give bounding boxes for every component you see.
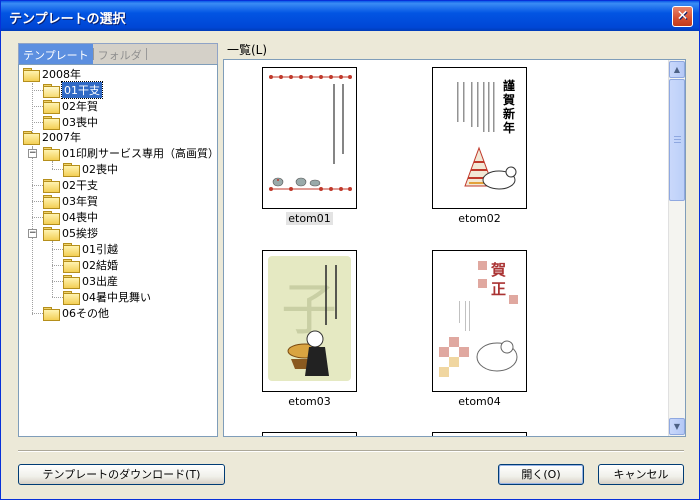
tab-folder[interactable]: フォルダ (94, 44, 146, 64)
tree-item-04shochu[interactable]: 04暑中見舞い (63, 289, 151, 305)
tree-item-label: 01印刷サービス専用（高画質） (62, 147, 219, 160)
template-thumbnail-partial[interactable] (262, 432, 357, 436)
tree-item-label: 04喪中 (62, 211, 98, 224)
tree-item-label: 01引越 (82, 243, 118, 256)
folder-icon (63, 291, 80, 305)
tree-item-label: 2007年 (42, 131, 81, 144)
tab-template[interactable]: テンプレート (19, 44, 93, 64)
tree-item-label: 05挨拶 (62, 227, 98, 240)
download-template-button[interactable]: テンプレートのダウンロード(T) (18, 464, 225, 485)
caption-text: etom02 (458, 212, 501, 225)
grip-line (674, 142, 681, 143)
tree-item-label: 04暑中見舞い (82, 291, 151, 304)
tab-divider (145, 48, 147, 60)
collapse-icon[interactable]: − (28, 229, 37, 238)
list-heading: 一覧(L) (227, 43, 268, 57)
folder-icon (23, 68, 40, 82)
cancel-button[interactable]: キャンセル (598, 464, 684, 485)
template-thumbnail-etom01[interactable] (262, 67, 357, 209)
svg-text:新: 新 (503, 106, 515, 121)
tree-item-05aisatsu[interactable]: 05挨拶 (43, 225, 98, 241)
tree-item-03mochu[interactable]: 03喪中 (43, 114, 98, 130)
template-thumbnail-etom03[interactable]: 子 (262, 250, 357, 392)
folder-icon (43, 147, 60, 161)
tab-strip: テンプレート フォルダ (18, 43, 218, 64)
folder-icon (43, 227, 60, 241)
folder-tree[interactable]: − − 2008年 01干支 02年賀 03喪中 2007年 01印刷サービス専… (18, 64, 219, 437)
tree-item-label: 02喪中 (82, 163, 118, 176)
tree-item-03shussan[interactable]: 03出産 (63, 273, 118, 289)
folder-icon (63, 275, 80, 289)
tree-item-label: 06その他 (62, 307, 109, 320)
tree-item-2007[interactable]: 2007年 (23, 129, 81, 145)
caption-text: etom04 (458, 395, 501, 408)
folder-icon (23, 131, 40, 145)
grip-line (674, 139, 681, 140)
folder-icon (43, 116, 60, 130)
tree-item-label: 02結婚 (82, 259, 118, 272)
folder-icon (43, 100, 60, 114)
template-list[interactable]: etom01 謹 賀 新 年 etom02 子 etom03 賀 正 etom0… (223, 59, 686, 437)
scroll-down-button[interactable]: ▼ (669, 418, 685, 435)
tree-item-label: 01干支 (61, 81, 103, 99)
caption-text: etom01 (286, 212, 333, 225)
vertical-scrollbar[interactable]: ▲ ▼ (668, 60, 685, 436)
tree-item-label: 03喪中 (62, 116, 98, 129)
folder-icon (63, 163, 80, 177)
scroll-up-button[interactable]: ▲ (669, 61, 685, 78)
template-caption[interactable]: etom01 (262, 212, 357, 225)
svg-text:賀: 賀 (490, 261, 506, 279)
postcard-image: 賀 正 (439, 261, 518, 377)
tree-item-01print[interactable]: 01印刷サービス専用（高画質） (43, 145, 219, 161)
svg-text:正: 正 (491, 280, 506, 298)
close-button[interactable]: ✕ (672, 6, 693, 27)
tree-line (52, 161, 53, 169)
folder-icon (63, 259, 80, 273)
folder-icon (43, 307, 60, 321)
postcard-image (269, 75, 352, 191)
template-thumbnail-etom04[interactable]: 賀 正 (432, 250, 527, 392)
tree-item-label: 2008年 (42, 68, 81, 81)
tree-item-label: 02干支 (62, 179, 98, 192)
postcard-image: 謹 賀 新 年 (457, 78, 517, 190)
folder-open-icon (43, 84, 60, 98)
svg-text:謹: 謹 (503, 78, 515, 93)
window-title: テンプレートの選択 (9, 12, 126, 27)
tree-item-2008[interactable]: 2008年 (23, 66, 81, 82)
template-caption[interactable]: etom03 (262, 395, 357, 408)
template-thumbnail-partial[interactable] (432, 432, 527, 436)
svg-text:賀: 賀 (502, 92, 515, 107)
title-bar: テンプレートの選択 ✕ (1, 1, 699, 31)
caption-text: etom03 (288, 395, 331, 408)
tree-item-06sonota[interactable]: 06その他 (43, 305, 109, 321)
svg-text:年: 年 (503, 120, 515, 135)
tree-item-01eto[interactable]: 01干支 (43, 81, 103, 99)
template-caption[interactable]: etom04 (432, 395, 527, 408)
template-thumbnail-etom02[interactable]: 謹 賀 新 年 (432, 67, 527, 209)
folder-icon (43, 195, 60, 209)
grip-line (674, 136, 681, 137)
tree-item-02eto[interactable]: 02干支 (43, 177, 98, 193)
folder-icon (63, 243, 80, 257)
tree-item-label: 02年賀 (62, 100, 98, 113)
template-select-dialog: テンプレートの選択 ✕ テンプレート フォルダ − − 2008年 01干支 0… (0, 0, 700, 500)
open-button[interactable]: 開く(O) (498, 464, 584, 485)
tree-item-02kekkon[interactable]: 02結婚 (63, 257, 118, 273)
folder-icon (43, 179, 60, 193)
tree-item-02mochu[interactable]: 02喪中 (63, 161, 118, 177)
template-caption[interactable]: etom02 (432, 212, 527, 225)
collapse-icon[interactable]: − (28, 149, 37, 158)
tree-item-04mochu[interactable]: 04喪中 (43, 209, 98, 225)
postcard-image: 子 (268, 256, 351, 381)
scroll-thumb[interactable] (669, 79, 685, 201)
tree-item-01hikkoshi[interactable]: 01引越 (63, 241, 118, 257)
tree-item-label: 03出産 (82, 275, 118, 288)
folder-icon (43, 211, 60, 225)
close-icon: ✕ (676, 8, 689, 24)
divider (18, 450, 684, 452)
tree-item-label: 03年賀 (62, 195, 98, 208)
tree-item-03nenga[interactable]: 03年賀 (43, 193, 98, 209)
tree-item-02nenga[interactable]: 02年賀 (43, 98, 98, 114)
